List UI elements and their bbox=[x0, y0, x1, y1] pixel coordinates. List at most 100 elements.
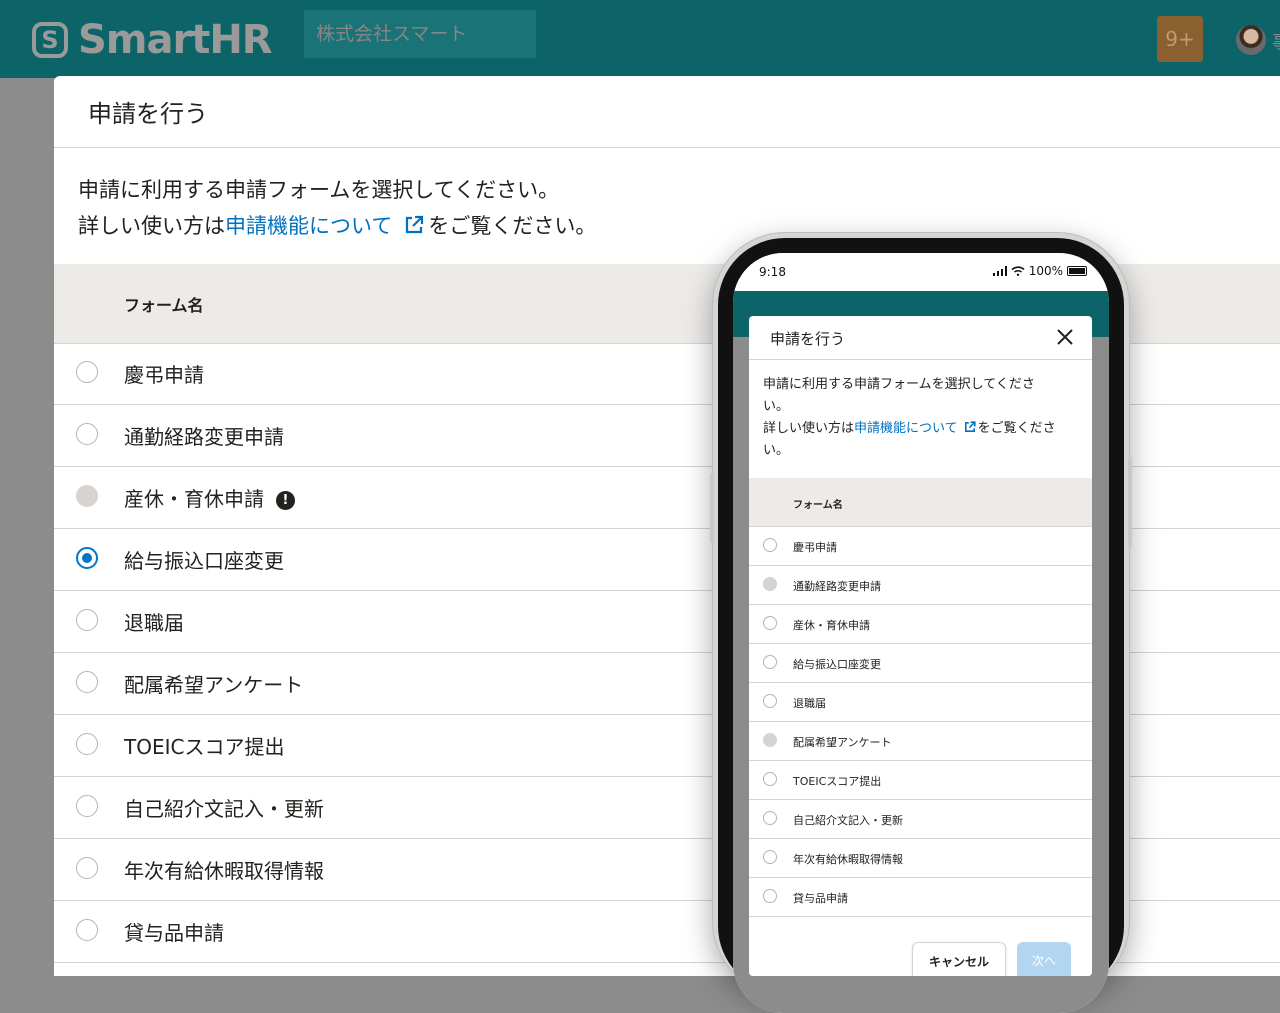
form-name-text: 慶弔申請 bbox=[124, 363, 204, 387]
phone-modal-title: 申請を行う bbox=[770, 330, 846, 348]
phone-form-radio[interactable] bbox=[763, 889, 777, 903]
form-radio[interactable] bbox=[76, 547, 98, 569]
intro-prefix: 詳しい使い方は bbox=[78, 214, 225, 238]
smarthr-logo[interactable]: S SmartHR bbox=[32, 17, 273, 63]
form-radio[interactable] bbox=[76, 733, 98, 755]
phone-form-row-label: 配属希望アンケート bbox=[793, 736, 892, 749]
form-name-text: 給与振込口座変更 bbox=[124, 549, 284, 573]
battery-icon bbox=[1067, 266, 1087, 276]
phone-help-link-text: 申請機能について bbox=[854, 421, 958, 436]
phone-form-row-label: 年次有給休暇取得情報 bbox=[793, 853, 903, 866]
modal-intro: 申請に利用する申請フォームを選択してください。 詳しい使い方は申請機能について を… bbox=[78, 172, 596, 244]
form-radio[interactable] bbox=[76, 671, 98, 693]
phone-form-row-label: 通勤経路変更申請 bbox=[793, 580, 881, 593]
phone-form-radio[interactable] bbox=[763, 772, 777, 786]
phone-form-row-label: 産休・育休申請 bbox=[793, 619, 870, 632]
form-name-text: 配属希望アンケート bbox=[124, 673, 304, 697]
close-icon[interactable] bbox=[1056, 328, 1074, 346]
column-header-form-name: フォーム名 bbox=[124, 296, 204, 315]
form-name-text: TOEICスコア提出 bbox=[124, 735, 285, 759]
user-avatar[interactable] bbox=[1236, 25, 1266, 55]
phone-form-row[interactable]: TOEICスコア提出 bbox=[749, 761, 1092, 800]
form-name-text: 貸与品申請 bbox=[124, 921, 224, 945]
phone-form-row-label: 退職届 bbox=[793, 697, 826, 710]
phone-help-link[interactable]: 申請機能について bbox=[854, 421, 978, 436]
phone-form-row[interactable]: 自己紹介文記入・更新 bbox=[749, 800, 1092, 839]
form-radio bbox=[76, 485, 98, 507]
modal-title: 申請を行う bbox=[88, 100, 208, 128]
phone-form-row-label: TOEICスコア提出 bbox=[793, 775, 882, 788]
phone-mockup: 9:18 100% 申請を行う 申請に利用する申請フォームを選択してくださ い。… bbox=[710, 233, 1132, 1013]
form-radio[interactable] bbox=[76, 795, 98, 817]
phone-form-radio bbox=[763, 577, 777, 591]
form-radio[interactable] bbox=[76, 361, 98, 383]
modal-header: 申請を行う bbox=[54, 76, 1280, 148]
form-radio[interactable] bbox=[76, 423, 98, 445]
tenant-name[interactable]: 株式会社スマート bbox=[304, 10, 536, 58]
phone-form-row: 通勤経路変更申請 bbox=[749, 566, 1092, 605]
phone-intro-line-1b: い。 bbox=[763, 399, 790, 414]
phone-form-row[interactable]: 退職届 bbox=[749, 683, 1092, 722]
next-button[interactable]: 次へ bbox=[1017, 942, 1071, 976]
form-row-label: 配属希望アンケート bbox=[124, 669, 303, 698]
phone-form-table-header: フォーム名 bbox=[749, 478, 1092, 527]
help-link[interactable]: 申請機能について bbox=[225, 214, 428, 238]
status-indicators: 100% bbox=[992, 264, 1087, 278]
external-link-icon bbox=[964, 421, 976, 432]
battery-percent: 100% bbox=[1028, 264, 1063, 278]
app-header: S SmartHR 株式会社スマート 9+ 事 bbox=[0, 0, 1280, 78]
phone-intro-prefix: 詳しい使い方は bbox=[763, 421, 855, 436]
phone-form-row: 配属希望アンケート bbox=[749, 722, 1092, 761]
phone-form-row[interactable]: 慶弔申請 bbox=[749, 527, 1092, 566]
form-radio[interactable] bbox=[76, 609, 98, 631]
form-row-label: 通勤経路変更申請 bbox=[124, 421, 284, 450]
status-bar: 9:18 100% bbox=[733, 253, 1109, 291]
phone-form-radio[interactable] bbox=[763, 655, 777, 669]
phone-intro-suffix: をご覧くださ bbox=[977, 421, 1056, 436]
intro-line-2: 詳しい使い方は申請機能について をご覧ください。 bbox=[78, 208, 596, 244]
form-row-label: 退職届 bbox=[124, 607, 184, 636]
user-name[interactable]: 事 bbox=[1272, 28, 1280, 54]
cancel-button[interactable]: キャンセル bbox=[912, 942, 1006, 976]
phone-form-row-label: 貸与品申請 bbox=[793, 892, 848, 905]
warning-icon[interactable]: ! bbox=[276, 491, 295, 510]
logo-mark-icon: S bbox=[32, 22, 68, 58]
phone-form-radio[interactable] bbox=[763, 811, 777, 825]
phone-form-row-label: 給与振込口座変更 bbox=[793, 658, 881, 671]
form-row-label: TOEICスコア提出 bbox=[124, 731, 284, 760]
form-radio[interactable] bbox=[76, 857, 98, 879]
phone-column-header-form-name: フォーム名 bbox=[793, 500, 843, 511]
phone-form-radio bbox=[763, 733, 777, 747]
status-time: 9:18 bbox=[759, 265, 786, 279]
phone-form-row[interactable]: 給与振込口座変更 bbox=[749, 644, 1092, 683]
form-row-label: 年次有給休暇取得情報 bbox=[124, 855, 324, 884]
phone-power-button bbox=[1128, 458, 1132, 548]
phone-form-radio[interactable] bbox=[763, 850, 777, 864]
phone-form-radio[interactable] bbox=[763, 694, 777, 708]
phone-form-row[interactable]: 貸与品申請 bbox=[749, 878, 1092, 917]
form-name-text: 産休・育休申請 bbox=[124, 487, 264, 511]
form-name-text: 退職届 bbox=[124, 611, 184, 635]
phone-intro-line-2: 詳しい使い方は申請機能について をご覧くださ bbox=[763, 418, 1063, 440]
form-name-text: 自己紹介文記入・更新 bbox=[124, 797, 324, 821]
phone-form-row-label: 自己紹介文記入・更新 bbox=[793, 814, 903, 827]
phone-application-modal: 申請を行う 申請に利用する申請フォームを選択してくださ い。 詳しい使い方は申請… bbox=[749, 316, 1092, 976]
form-name-text: 年次有給休暇取得情報 bbox=[124, 859, 324, 883]
phone-modal-footer: キャンセル 次へ bbox=[749, 933, 1092, 976]
form-radio[interactable] bbox=[76, 919, 98, 941]
signal-icon bbox=[992, 266, 1007, 276]
phone-form-radio[interactable] bbox=[763, 616, 777, 630]
phone-form-row-label: 慶弔申請 bbox=[793, 541, 837, 554]
phone-form-row[interactable]: 年次有給休暇取得情報 bbox=[749, 839, 1092, 878]
form-name-text: 通勤経路変更申請 bbox=[124, 425, 284, 449]
phone-side-button bbox=[710, 473, 714, 543]
form-row-label: 産休・育休申請! bbox=[124, 483, 295, 512]
logo-text: SmartHR bbox=[78, 17, 273, 63]
phone-intro-line-1: 申請に利用する申請フォームを選択してくださ bbox=[763, 377, 1035, 392]
phone-form-row[interactable]: 産休・育休申請 bbox=[749, 605, 1092, 644]
form-row-label: 自己紹介文記入・更新 bbox=[124, 793, 324, 822]
phone-form-radio[interactable] bbox=[763, 538, 777, 552]
notification-badge[interactable]: 9+ bbox=[1157, 16, 1203, 62]
phone-modal-header: 申請を行う bbox=[749, 316, 1092, 360]
form-row-label: 給与振込口座変更 bbox=[124, 545, 284, 574]
